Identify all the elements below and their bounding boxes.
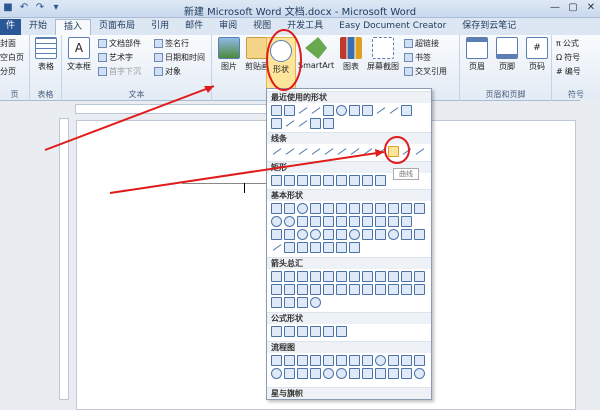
arrow-to-shapes [44, 85, 215, 151]
curve-tool-circle [384, 136, 410, 164]
shapes-button-circle [266, 29, 302, 91]
arrow-to-curve [109, 151, 385, 194]
